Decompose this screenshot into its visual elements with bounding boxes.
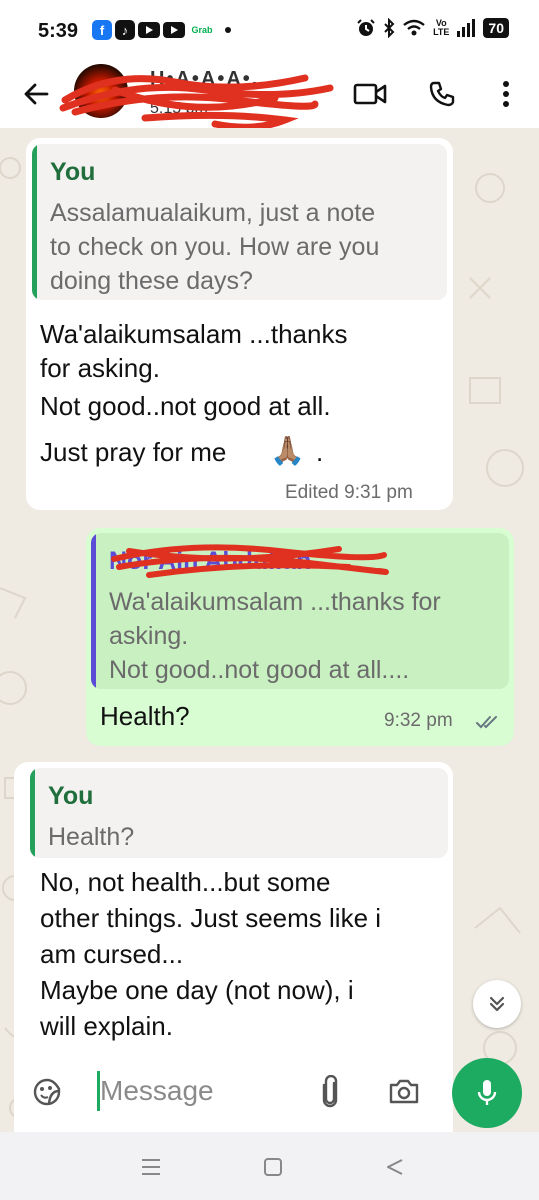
message-text-line: am cursed... bbox=[40, 939, 184, 969]
voice-message-button[interactable] bbox=[452, 1058, 522, 1128]
status-bar: 5:39 f ♪ Grab Vo LTE 70 bbox=[0, 0, 539, 62]
chat-area[interactable]: You Assalamualaikum, just a note to chec… bbox=[0, 128, 539, 1132]
praying-hands-emoji: 🙏🏽 bbox=[270, 435, 305, 466]
message-timestamp: Edited 9:31 pm bbox=[285, 482, 413, 503]
status-time: 5:39 bbox=[38, 20, 79, 42]
message-text-line: Wa'alaikumsalam ...thanks bbox=[40, 319, 348, 349]
system-icons: Vo LTE 70 bbox=[356, 18, 509, 38]
last-seen: 5:15 pm bbox=[150, 100, 208, 117]
back-button[interactable] bbox=[18, 76, 54, 112]
youtube-icon bbox=[163, 22, 185, 38]
contact-avatar[interactable] bbox=[74, 64, 128, 118]
double-chevron-down-icon bbox=[489, 996, 505, 1012]
facebook-icon: f bbox=[92, 20, 112, 40]
message-text-line: Just pray for me bbox=[40, 437, 227, 467]
message-timestamp: 9:32 pm bbox=[384, 710, 453, 731]
quote-bar bbox=[30, 768, 35, 858]
home-button[interactable] bbox=[258, 1154, 288, 1180]
sticker-icon[interactable] bbox=[32, 1077, 62, 1107]
square-home-icon bbox=[264, 1158, 282, 1176]
message-bubble-incoming[interactable]: You Assalamualaikum, just a note to chec… bbox=[26, 138, 453, 510]
quote-text-line: asking. bbox=[109, 622, 189, 650]
back-nav-button[interactable] bbox=[380, 1154, 410, 1180]
alarm-icon bbox=[357, 19, 375, 36]
battery-icon: 70 bbox=[483, 18, 509, 38]
message-text-line: No, not health...but some bbox=[40, 867, 331, 897]
kebab-menu-icon bbox=[503, 81, 509, 107]
quote-text-line: Not good..not good at all.... bbox=[109, 656, 410, 684]
more-notifications-dot bbox=[225, 27, 231, 33]
quote-author: You bbox=[48, 782, 94, 810]
voice-call-button[interactable] bbox=[424, 76, 460, 112]
quoted-message[interactable]: You Health? bbox=[30, 768, 448, 858]
quote-text-line: Health? bbox=[48, 823, 135, 851]
message-text-line: will explain. bbox=[40, 1011, 173, 1041]
message-text-line: Maybe one day (not now), i bbox=[40, 975, 354, 1005]
message-text-tail: . bbox=[316, 437, 324, 467]
grab-icon: Grab bbox=[191, 25, 213, 35]
quote-text-line: doing these days? bbox=[50, 267, 253, 295]
quote-author: You bbox=[50, 158, 96, 186]
signal-icon bbox=[457, 19, 476, 37]
message-text-line: other things. Just seems like i bbox=[40, 903, 382, 933]
menu-lines-icon bbox=[142, 1159, 160, 1175]
phone-icon bbox=[429, 81, 455, 107]
microphone-icon bbox=[477, 1080, 497, 1105]
video-call-button[interactable] bbox=[352, 76, 388, 112]
recent-apps-button[interactable] bbox=[136, 1154, 166, 1180]
message-text-line: Not good..not good at all. bbox=[40, 391, 331, 421]
message-composer[interactable]: Message bbox=[14, 1057, 438, 1125]
quote-text-line: Wa'alaikumsalam ...thanks for bbox=[109, 588, 441, 616]
more-options-button[interactable] bbox=[488, 76, 524, 112]
quote-text-line: Assalamualaikum, just a note bbox=[50, 199, 376, 227]
quote-bar bbox=[32, 144, 37, 300]
contact-name[interactable]: H•A•A•A•... bbox=[150, 68, 274, 91]
quoted-message[interactable]: You Assalamualaikum, just a note to chec… bbox=[32, 144, 447, 300]
wifi-icon bbox=[403, 19, 425, 36]
arrow-left-icon bbox=[24, 83, 49, 105]
message-text-line: for asking. bbox=[40, 353, 160, 383]
chat-header: H•A•A•A•... 5:15 pm bbox=[0, 62, 539, 131]
message-bubble-outgoing[interactable]: Nor Ain Abdullah Wa'alaikumsalam ...than… bbox=[86, 528, 514, 746]
notification-icons: f ♪ Grab bbox=[92, 20, 231, 40]
scroll-to-bottom-button[interactable] bbox=[473, 980, 521, 1028]
message-input[interactable]: Message bbox=[100, 1075, 214, 1107]
volte-label: Vo LTE bbox=[433, 18, 450, 37]
youtube-icon bbox=[138, 22, 160, 38]
redaction-scribble bbox=[111, 544, 389, 578]
video-camera-icon bbox=[353, 83, 387, 105]
triangle-back-icon bbox=[387, 1159, 403, 1175]
tiktok-icon: ♪ bbox=[115, 20, 135, 40]
system-navigation-bar bbox=[0, 1132, 539, 1200]
bluetooth-icon bbox=[384, 18, 395, 38]
attachment-icon[interactable] bbox=[319, 1075, 341, 1109]
quote-bar bbox=[91, 533, 96, 689]
message-text: Health? bbox=[100, 701, 190, 731]
quoted-message[interactable]: Nor Ain Abdullah Wa'alaikumsalam ...than… bbox=[91, 533, 509, 689]
quote-text-line: to check on you. How are you bbox=[50, 233, 380, 261]
camera-icon[interactable] bbox=[388, 1077, 420, 1105]
double-check-icon bbox=[476, 716, 497, 729]
